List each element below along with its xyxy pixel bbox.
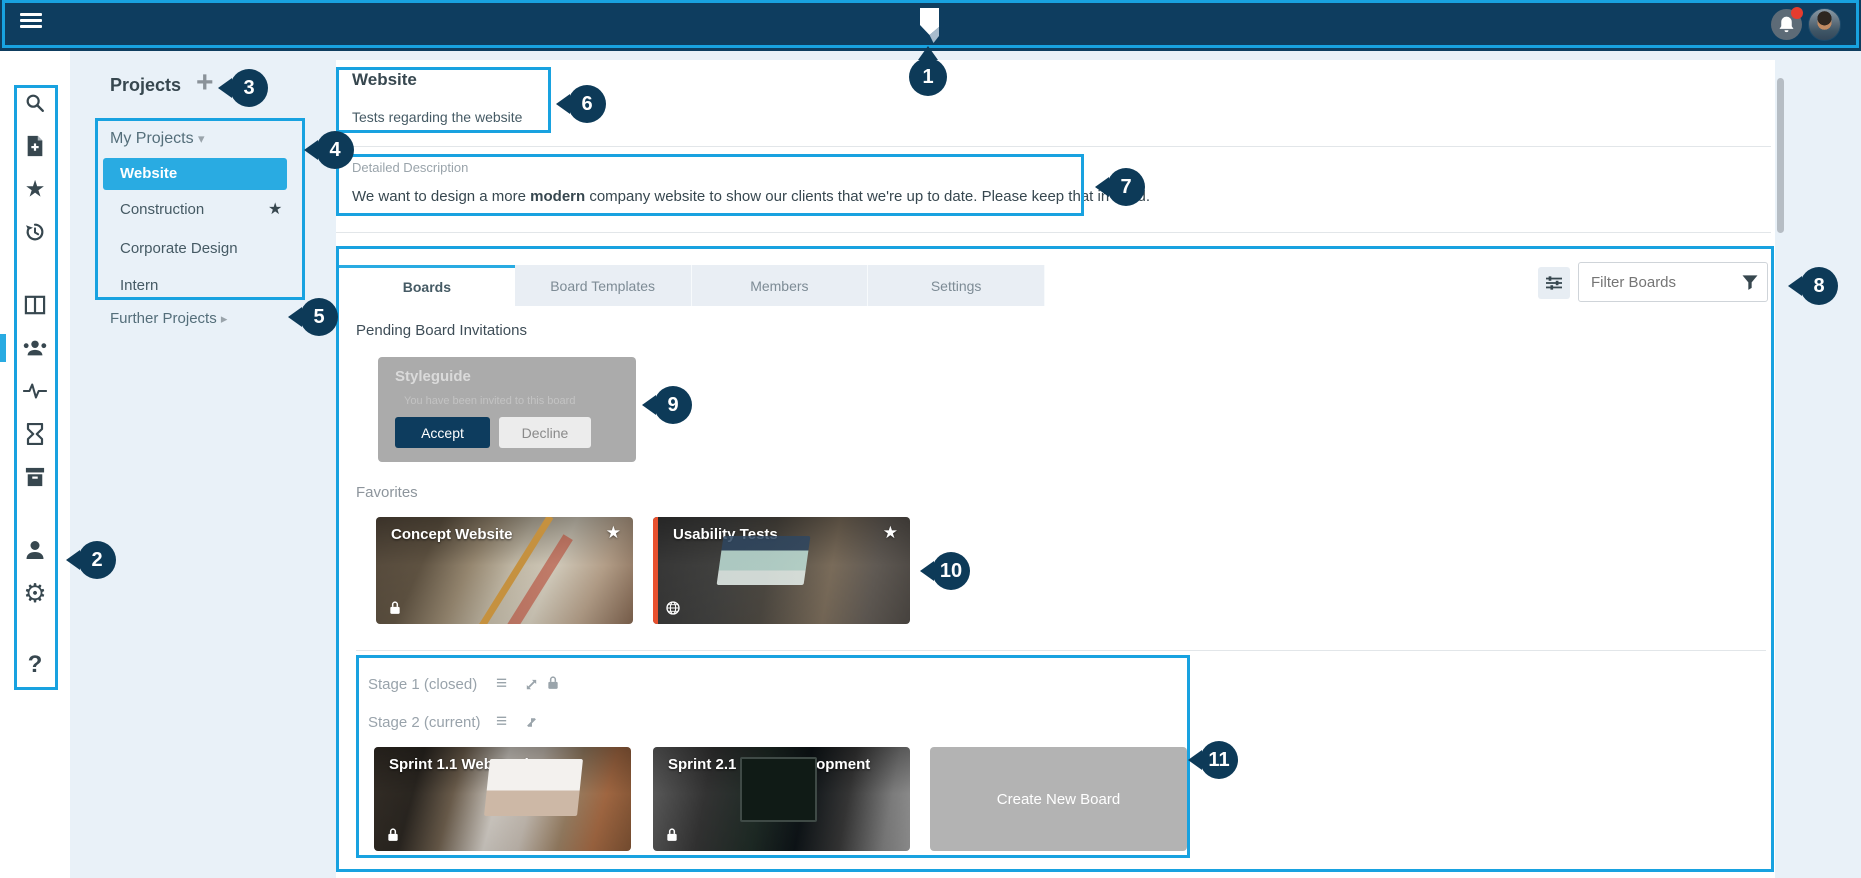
lock-icon: [546, 675, 560, 691]
tab-settings[interactable]: Settings: [868, 265, 1045, 306]
board-title: Usability Tests: [673, 526, 778, 543]
collapse-icon[interactable]: [524, 715, 539, 730]
tab-bar: Boards Board Templates Members Settings: [339, 265, 1045, 306]
invitations-heading: Pending Board Invitations: [356, 322, 527, 339]
person-icon[interactable]: [25, 540, 45, 560]
tab-boards[interactable]: Boards: [339, 265, 515, 306]
invitation-card-styleguide: Styleguide You have been invited to this…: [378, 357, 636, 462]
lock-icon: [388, 600, 402, 616]
topbar: [0, 0, 1861, 51]
icon-sidebar: ★ ⚙ ?: [0, 51, 70, 878]
sidebar-item-construction[interactable]: Construction: [120, 201, 290, 218]
board-title: Sprint 2.1 Web Development: [668, 756, 870, 773]
stage-1-label: Stage 1 (closed): [368, 676, 477, 693]
archive-icon[interactable]: [24, 467, 46, 487]
annotation-marker-9: 9: [654, 386, 692, 424]
board-title: Concept Website: [391, 526, 512, 543]
annotation-marker-10: 10: [932, 552, 970, 590]
help-icon[interactable]: ?: [28, 653, 43, 677]
team-icon[interactable]: [22, 338, 48, 358]
board-title: Sprint 1.1 Web Design: [389, 756, 547, 773]
sidebar-item-corporate-design[interactable]: Corporate Design: [120, 240, 290, 257]
note-add-icon[interactable]: [25, 135, 45, 157]
globe-icon: [665, 600, 681, 616]
annotation-marker-8: 8: [1800, 267, 1838, 305]
divider: [336, 146, 1771, 147]
tab-members[interactable]: Members: [692, 265, 869, 306]
board-columns-icon[interactable]: [24, 295, 46, 315]
description-text[interactable]: We want to design a more modern company …: [352, 188, 1150, 205]
decline-button[interactable]: Decline: [499, 417, 591, 448]
sidebar-item-intern[interactable]: Intern: [120, 277, 290, 294]
board-card-usability-tests[interactable]: Usability Tests ★: [653, 517, 910, 624]
scrollbar-thumb[interactable]: [1777, 78, 1784, 233]
chevron-right-icon: ▸: [221, 311, 228, 326]
tab-board-templates[interactable]: Board Templates: [515, 265, 692, 306]
accept-button[interactable]: Accept: [395, 417, 490, 448]
tune-icon: [1545, 275, 1563, 291]
settings-gear-icon[interactable]: ⚙: [23, 580, 46, 606]
card-color-stripe: [653, 517, 658, 624]
divider: [356, 650, 1766, 651]
search-icon[interactable]: [24, 92, 46, 114]
annotation-marker-4: 4: [316, 131, 354, 169]
lock-icon: [665, 827, 679, 843]
invitation-message: You have been invited to this board: [404, 395, 575, 407]
star-icon[interactable]: ★: [883, 523, 898, 543]
board-card-sprint-1-1[interactable]: Sprint 1.1 Web Design: [374, 747, 631, 851]
star-icon[interactable]: ★: [25, 178, 46, 201]
projects-panel-title: Projects: [110, 75, 181, 96]
annotation-marker-6: 6: [568, 85, 606, 123]
page-title: Website: [352, 70, 417, 90]
sidebar-item-website[interactable]: Website: [103, 158, 287, 190]
notification-badge: [1791, 7, 1803, 19]
expand-icon[interactable]: [524, 677, 539, 692]
page-subtitle: Tests regarding the website: [352, 109, 522, 125]
star-icon[interactable]: ★: [606, 523, 621, 543]
description-label: Detailed Description: [352, 160, 468, 175]
hamburger-menu-icon[interactable]: [20, 13, 42, 30]
board-card-concept-website[interactable]: Concept Website ★: [376, 517, 633, 624]
board-card-sprint-2-1[interactable]: Sprint 2.1 Web Development: [653, 747, 910, 851]
list-icon[interactable]: ≡: [496, 673, 506, 695]
divider: [336, 232, 1771, 233]
stage-2-label: Stage 2 (current): [368, 714, 481, 731]
annotation-marker-2: 2: [78, 541, 116, 579]
funnel-icon[interactable]: [1740, 272, 1760, 292]
hourglass-icon[interactable]: [26, 423, 44, 445]
notifications-button[interactable]: [1771, 9, 1802, 40]
activity-icon[interactable]: [23, 382, 47, 400]
list-icon[interactable]: ≡: [496, 711, 506, 733]
annotation-marker-1: 1: [909, 58, 947, 96]
favorite-star-icon[interactable]: ★: [268, 199, 282, 219]
my-projects-dropdown[interactable]: My Projects ▾: [110, 130, 205, 148]
chevron-down-icon: ▾: [198, 131, 205, 146]
annotation-marker-5: 5: [300, 298, 338, 336]
favorites-heading: Favorites: [356, 484, 418, 501]
lock-icon: [386, 827, 400, 843]
active-section-indicator: [0, 334, 6, 362]
create-new-board-button[interactable]: Create New Board: [930, 747, 1187, 851]
filter-options-button[interactable]: [1538, 267, 1570, 299]
history-icon[interactable]: [24, 221, 46, 243]
user-avatar[interactable]: [1808, 8, 1841, 41]
invitation-board-title: Styleguide: [395, 368, 471, 385]
add-project-button[interactable]: +: [196, 66, 214, 100]
annotation-marker-11: 11: [1200, 741, 1238, 779]
bookmark-logo: [915, 7, 943, 44]
further-projects-toggle[interactable]: Further Projects ▸: [110, 310, 227, 327]
annotation-marker-7: 7: [1107, 168, 1145, 206]
annotation-marker-3: 3: [230, 69, 268, 107]
